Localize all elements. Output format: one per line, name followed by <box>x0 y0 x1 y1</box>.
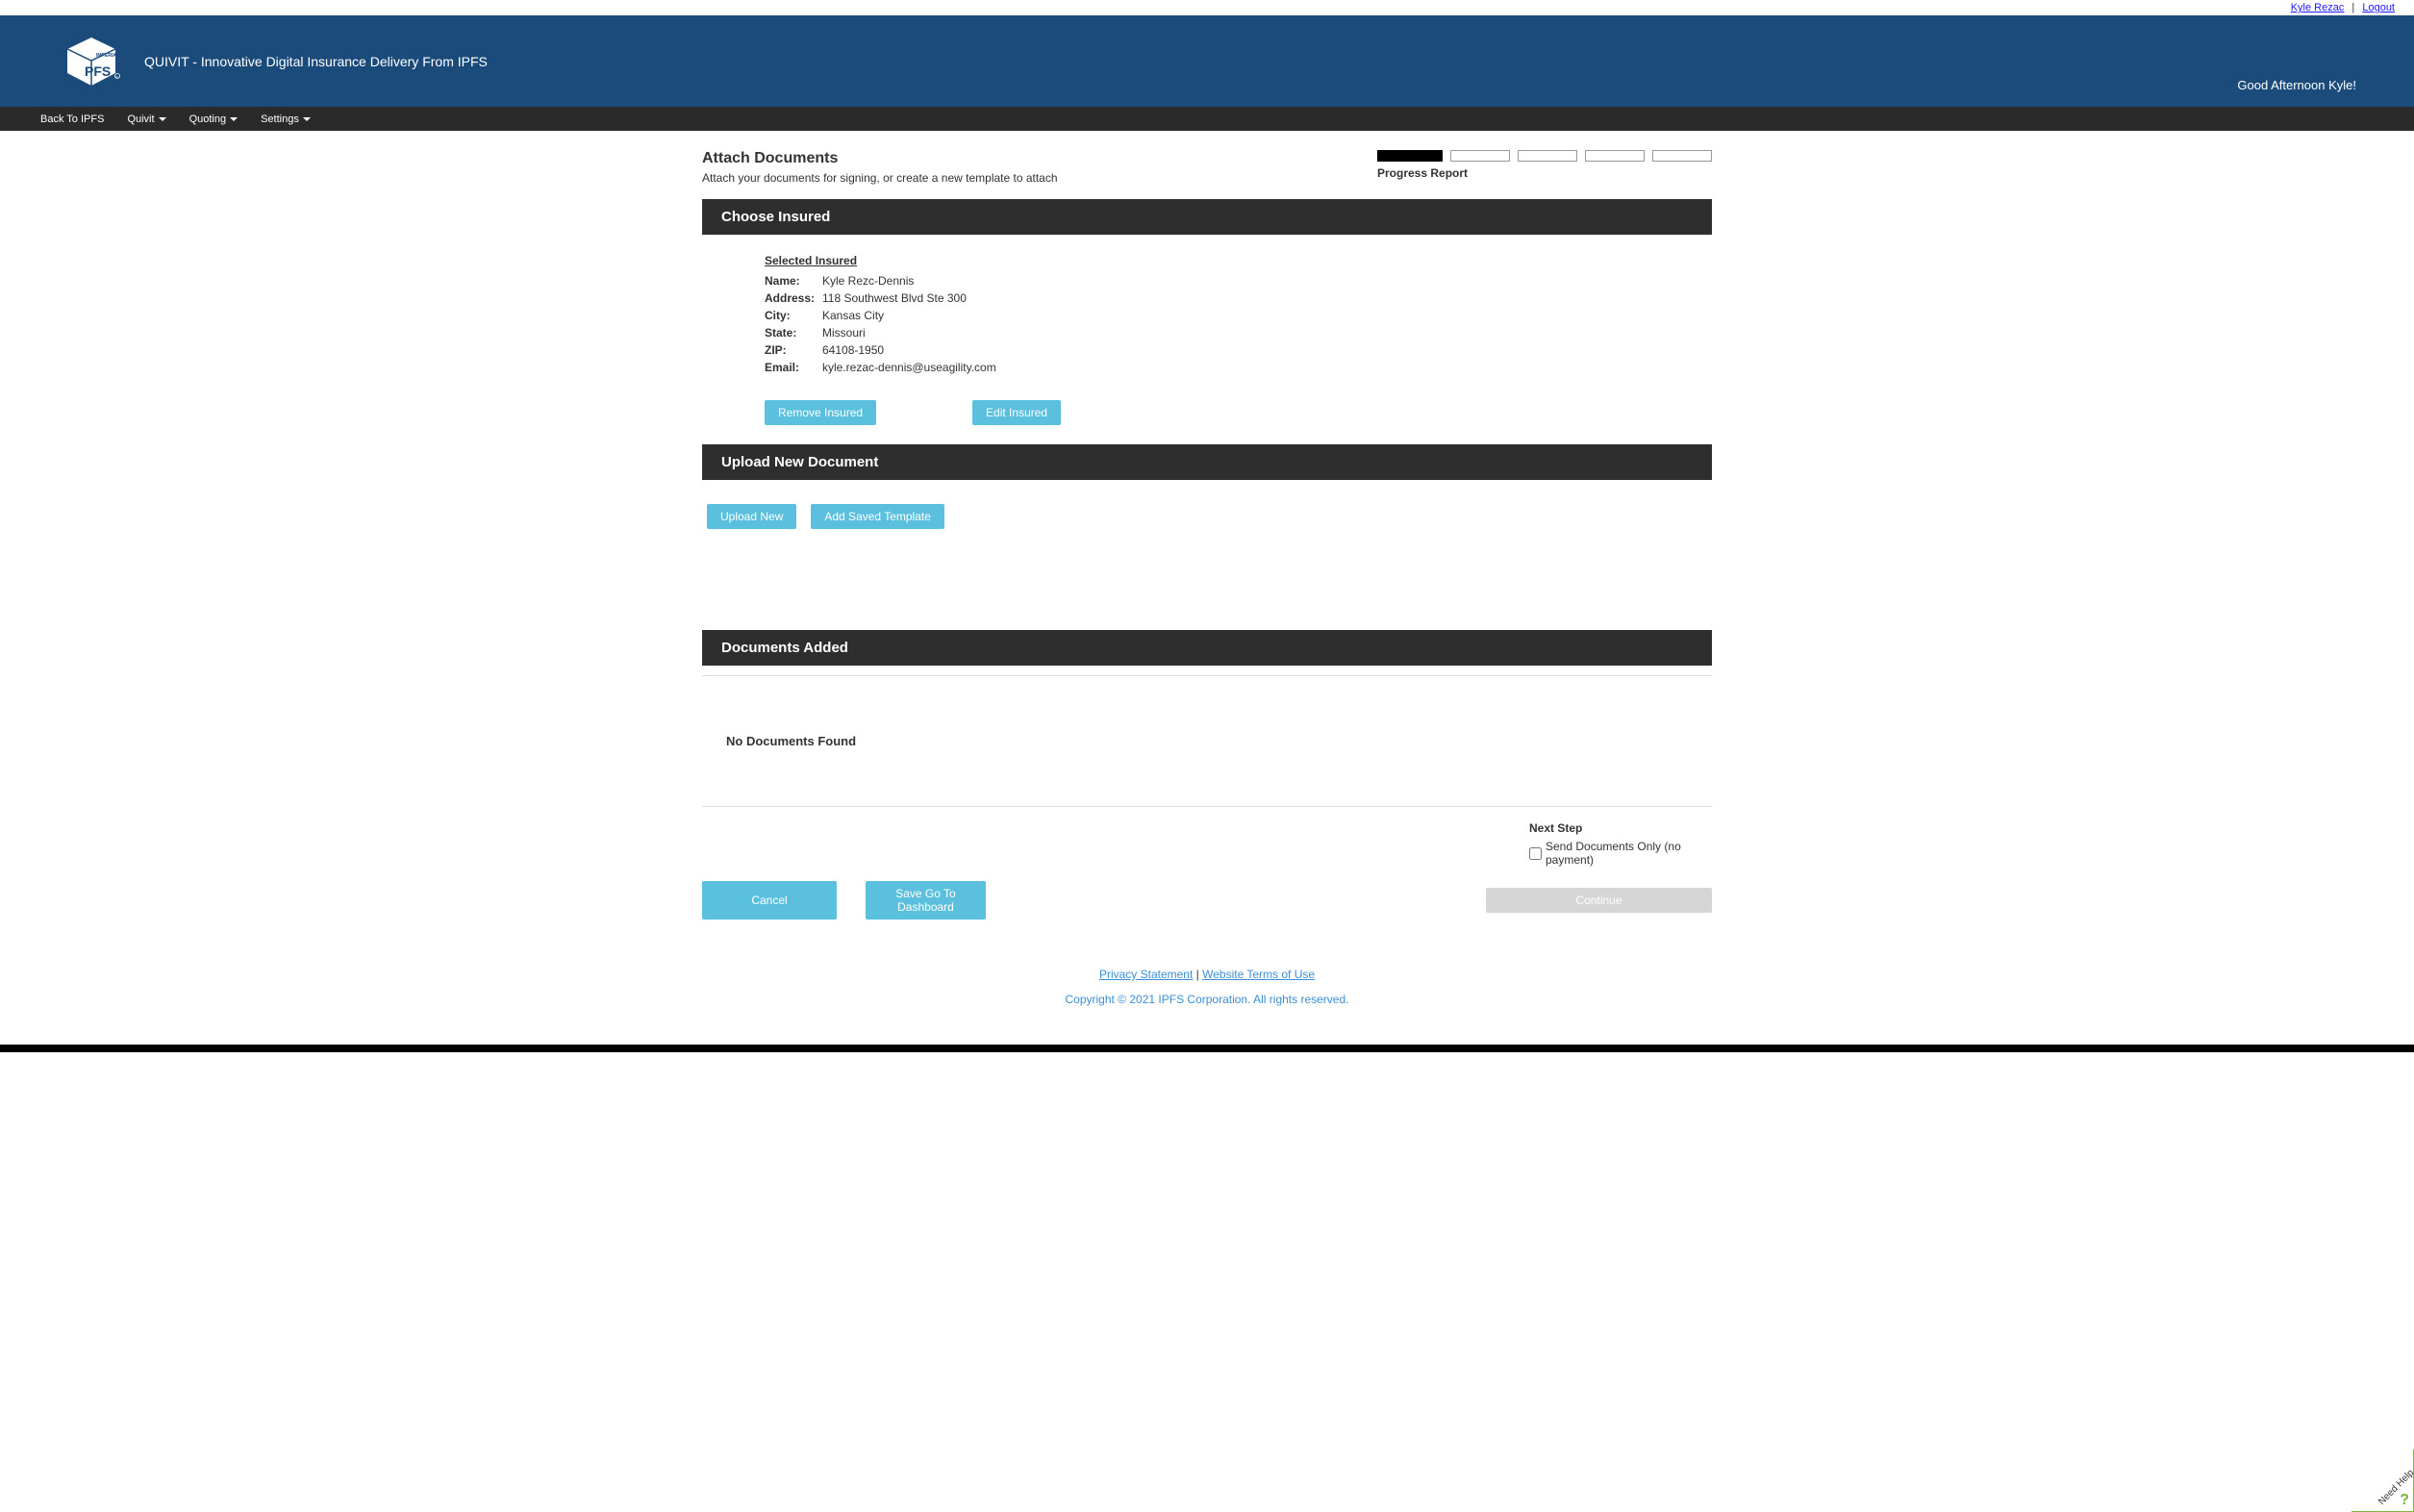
insured-label-zip: ZIP: <box>765 343 822 357</box>
section-choose-insured: Choose Insured <box>702 199 1712 235</box>
header-title: QUIVIT - Innovative Digital Insurance De… <box>144 54 488 69</box>
username-link[interactable]: Kyle Rezac <box>2291 2 2345 13</box>
insured-value-address: 118 Southwest Blvd Ste 300 <box>822 291 1649 305</box>
nav-settings-label: Settings <box>261 113 299 125</box>
insured-row-zip: ZIP: 64108-1950 <box>765 341 1649 359</box>
top-bar-separator: | <box>2351 2 2354 13</box>
header: IMPERIAL PFS R QUIVIT - Innovative Digit… <box>0 15 2414 107</box>
progress-step-2 <box>1450 150 1510 162</box>
documents-section: Documents Added No Documents Found <box>702 630 1712 807</box>
nav-quivit-label: Quivit <box>127 113 154 125</box>
action-left: Cancel Save Go To Dashboard <box>702 881 986 920</box>
svg-text:PFS: PFS <box>85 63 111 79</box>
insured-label-address: Address: <box>765 291 822 305</box>
progress-step-3 <box>1518 150 1577 162</box>
nav-quoting-label: Quoting <box>189 113 227 125</box>
insured-label-name: Name: <box>765 274 822 288</box>
top-bar: Kyle Rezac | Logout <box>0 0 2414 15</box>
nav-settings[interactable]: Settings <box>249 113 322 125</box>
section-upload-new-document: Upload New Document <box>702 444 1712 480</box>
insured-value-city: Kansas City <box>822 309 1649 322</box>
insured-button-row: Remove Insured Edit Insured <box>765 400 1649 425</box>
caret-down-icon <box>230 117 238 121</box>
progress-block: Progress Report <box>1377 150 1712 180</box>
cancel-button[interactable]: Cancel <box>702 881 837 920</box>
insured-row-name: Name: Kyle Rezc-Dennis <box>765 272 1649 290</box>
progress-step-1 <box>1377 150 1443 162</box>
page-subtitle: Attach your documents for signing, or cr… <box>702 171 1058 185</box>
selected-insured-heading: Selected Insured <box>765 254 1649 267</box>
section-documents-added: Documents Added <box>702 630 1712 666</box>
insured-value-zip: 64108-1950 <box>822 343 1649 357</box>
insured-label-city: City: <box>765 309 822 322</box>
privacy-statement-link[interactable]: Privacy Statement <box>1099 968 1193 981</box>
upload-new-button[interactable]: Upload New <box>707 504 796 529</box>
divider <box>702 806 1712 807</box>
svg-text:IMPERIAL: IMPERIAL <box>96 53 119 59</box>
insured-value-email: kyle.rezac-dennis@useagility.com <box>822 361 1649 374</box>
insured-row-city: City: Kansas City <box>765 307 1649 324</box>
next-step-block: Next Step Send Documents Only (no paymen… <box>702 821 1712 867</box>
progress-step-5 <box>1652 150 1712 162</box>
logout-link[interactable]: Logout <box>2362 2 2395 13</box>
insured-row-email: Email: kyle.rezac-dennis@useagility.com <box>765 359 1649 376</box>
add-saved-template-button[interactable]: Add Saved Template <box>811 504 944 529</box>
nav-quoting[interactable]: Quoting <box>178 113 250 125</box>
question-mark-icon: ? <box>2400 1492 2409 1509</box>
navbar: Back To IPFS Quivit Quoting Settings <box>0 107 2414 131</box>
main-content: Attach Documents Attach your documents f… <box>702 131 1712 1025</box>
progress-steps <box>1377 150 1712 162</box>
ipfs-logo: IMPERIAL PFS R <box>58 30 125 92</box>
greeting: Good Afternoon Kyle! <box>2237 78 2356 92</box>
terms-of-use-link[interactable]: Website Terms of Use <box>1202 968 1315 981</box>
insured-label-state: State: <box>765 326 822 340</box>
footer: Privacy Statement | Website Terms of Use… <box>702 968 1712 1006</box>
divider <box>702 675 1712 676</box>
insured-row-address: Address: 118 Southwest Blvd Ste 300 <box>765 290 1649 307</box>
insured-value-state: Missouri <box>822 326 1649 340</box>
need-help-widget[interactable]: Need Help ? <box>2351 1449 2414 1512</box>
caret-down-icon <box>159 117 166 121</box>
progress-label: Progress Report <box>1377 166 1712 180</box>
no-documents-message: No Documents Found <box>702 686 1712 796</box>
next-step-title: Next Step <box>1529 821 1712 835</box>
insured-block: Selected Insured Name: Kyle Rezc-Dennis … <box>702 235 1712 444</box>
send-documents-only-label: Send Documents Only (no payment) <box>1546 840 1712 867</box>
send-documents-only-row[interactable]: Send Documents Only (no payment) <box>1529 840 1712 867</box>
insured-row-state: State: Missouri <box>765 324 1649 341</box>
progress-step-4 <box>1585 150 1645 162</box>
remove-insured-button[interactable]: Remove Insured <box>765 400 876 425</box>
action-row: Cancel Save Go To Dashboard Continue <box>702 881 1712 920</box>
page-title-block: Attach Documents Attach your documents f… <box>702 150 1058 185</box>
nav-quivit[interactable]: Quivit <box>115 113 177 125</box>
send-documents-only-checkbox[interactable] <box>1529 847 1542 860</box>
upload-button-row: Upload New Add Saved Template <box>702 480 1712 553</box>
bottom-black-bar <box>0 1045 2414 1052</box>
save-go-to-dashboard-button[interactable]: Save Go To Dashboard <box>866 881 986 920</box>
nav-back-to-ipfs[interactable]: Back To IPFS <box>29 113 115 125</box>
insured-value-name: Kyle Rezc-Dennis <box>822 274 1649 288</box>
page-header-row: Attach Documents Attach your documents f… <box>702 150 1712 185</box>
edit-insured-button[interactable]: Edit Insured <box>972 400 1061 425</box>
caret-down-icon <box>303 117 311 121</box>
page-title: Attach Documents <box>702 150 1058 167</box>
continue-button: Continue <box>1486 888 1712 913</box>
insured-label-email: Email: <box>765 361 822 374</box>
copyright: Copyright © 2021 IPFS Corporation. All r… <box>702 993 1712 1006</box>
